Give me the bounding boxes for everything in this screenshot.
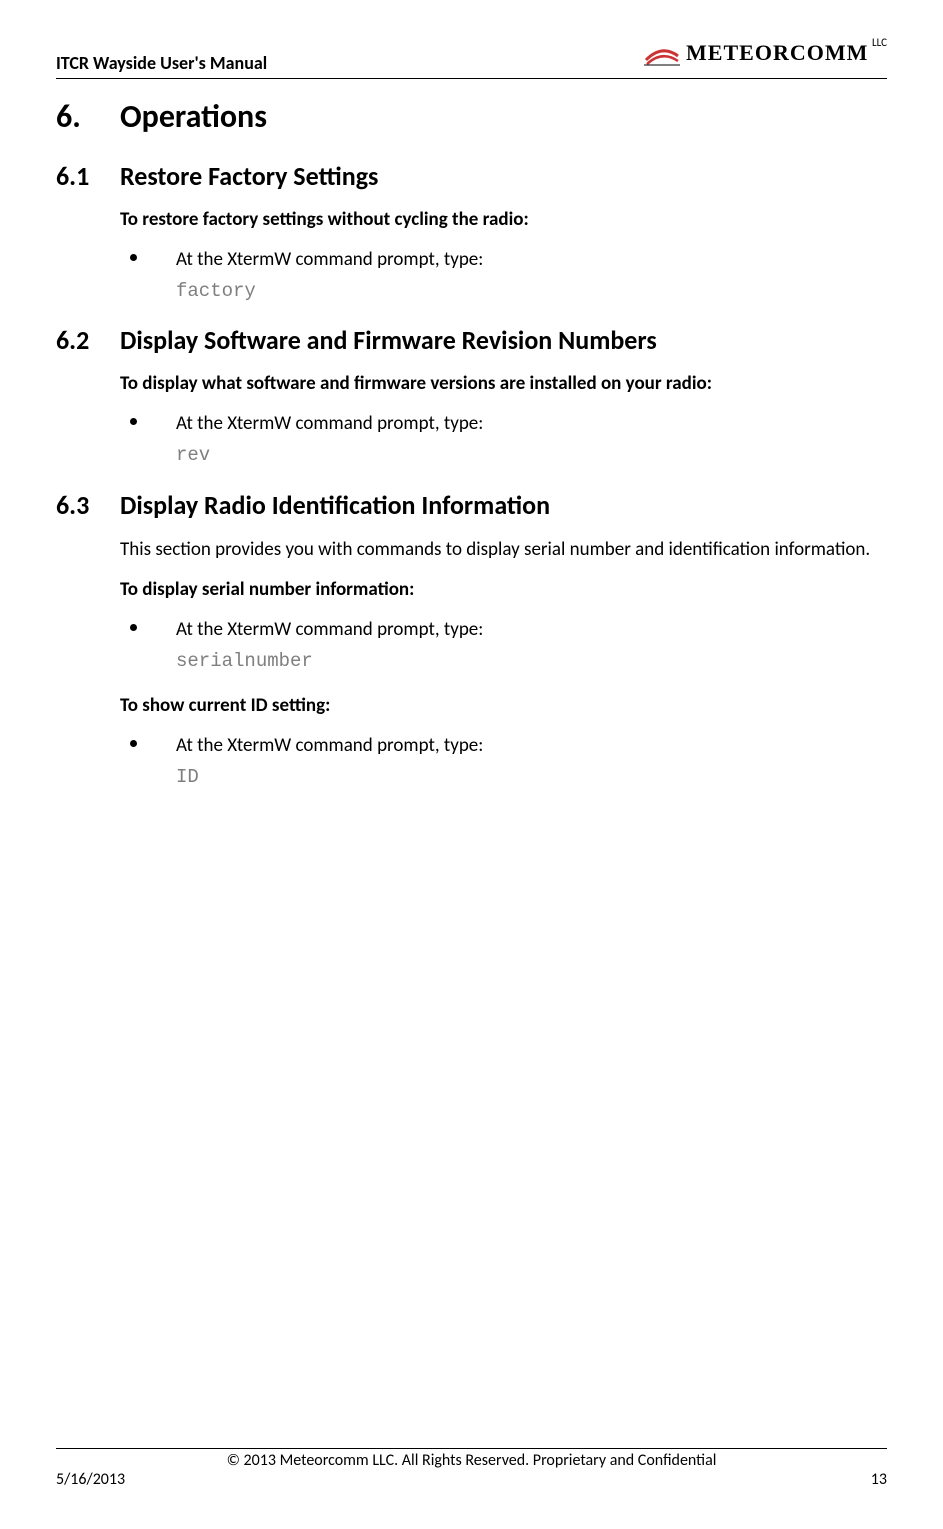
bullet-list: At the XtermW command prompt, type: rev xyxy=(120,411,887,468)
command-text: factory xyxy=(176,279,887,305)
command-text: ID xyxy=(176,765,887,791)
bullet-icon xyxy=(130,254,137,261)
command-text: rev xyxy=(176,443,887,469)
header-rule xyxy=(56,78,887,79)
step-text: At the XtermW command prompt, type: xyxy=(176,618,483,641)
bullet-icon xyxy=(130,740,137,747)
footer-date: 5/16/2013 xyxy=(56,1470,125,1489)
heading-6-2: 6.2Display Software and Firmware Revisio… xyxy=(56,324,887,356)
bullet-icon xyxy=(130,418,137,425)
h2-number: 6.3 xyxy=(56,489,120,521)
list-item: At the XtermW command prompt, type: fact… xyxy=(120,247,887,304)
meteorcomm-swoosh-icon xyxy=(644,40,680,66)
bullet-icon xyxy=(130,624,137,631)
company-name: METEORCOMM xyxy=(686,40,868,65)
bullet-list: At the XtermW command prompt, type: seri… xyxy=(120,617,887,674)
step-text: At the XtermW command prompt, type: xyxy=(176,412,483,435)
h2-number: 6.2 xyxy=(56,324,120,356)
intro-text: This section provides you with commands … xyxy=(120,537,887,563)
list-item: At the XtermW command prompt, type: ID xyxy=(120,733,887,790)
step-text: At the XtermW command prompt, type: xyxy=(176,248,483,271)
bullet-list: At the XtermW command prompt, type: fact… xyxy=(120,247,887,304)
heading-6-3: 6.3Display Radio Identification Informat… xyxy=(56,489,887,521)
doc-title: ITCR Wayside User's Manual xyxy=(56,40,267,74)
company-suffix: LLC xyxy=(872,36,887,49)
h1-title: Operations xyxy=(120,97,267,136)
command-text: serialnumber xyxy=(176,649,887,675)
h2-title: Display Software and Firmware Revision N… xyxy=(120,324,657,356)
list-item: At the XtermW command prompt, type: rev xyxy=(120,411,887,468)
footer-rule xyxy=(56,1448,887,1449)
footer-page-number: 13 xyxy=(871,1470,887,1489)
footer-copyright: © 2013 Meteorcomm LLC. All Rights Reserv… xyxy=(56,1451,887,1470)
h2-number: 6.1 xyxy=(56,160,120,192)
h2-title: Display Radio Identification Information xyxy=(120,489,550,521)
lead-text: To display what software and firmware ve… xyxy=(120,372,887,395)
lead-text: To show current ID setting: xyxy=(120,694,887,717)
heading-6-1: 6.1Restore Factory Settings xyxy=(56,160,887,192)
lead-text: To display serial number information: xyxy=(120,578,887,601)
heading-1: 6.Operations xyxy=(56,97,887,136)
company-logo: METEORCOMM LLC xyxy=(644,40,887,66)
page-header: ITCR Wayside User's Manual METEORCOMM LL… xyxy=(56,40,887,74)
bullet-list: At the XtermW command prompt, type: ID xyxy=(120,733,887,790)
h2-title: Restore Factory Settings xyxy=(120,160,378,192)
page-footer: © 2013 Meteorcomm LLC. All Rights Reserv… xyxy=(56,1448,887,1489)
lead-text: To restore factory settings without cycl… xyxy=(120,208,887,231)
step-text: At the XtermW command prompt, type: xyxy=(176,734,483,757)
h1-number: 6. xyxy=(56,97,120,136)
list-item: At the XtermW command prompt, type: seri… xyxy=(120,617,887,674)
